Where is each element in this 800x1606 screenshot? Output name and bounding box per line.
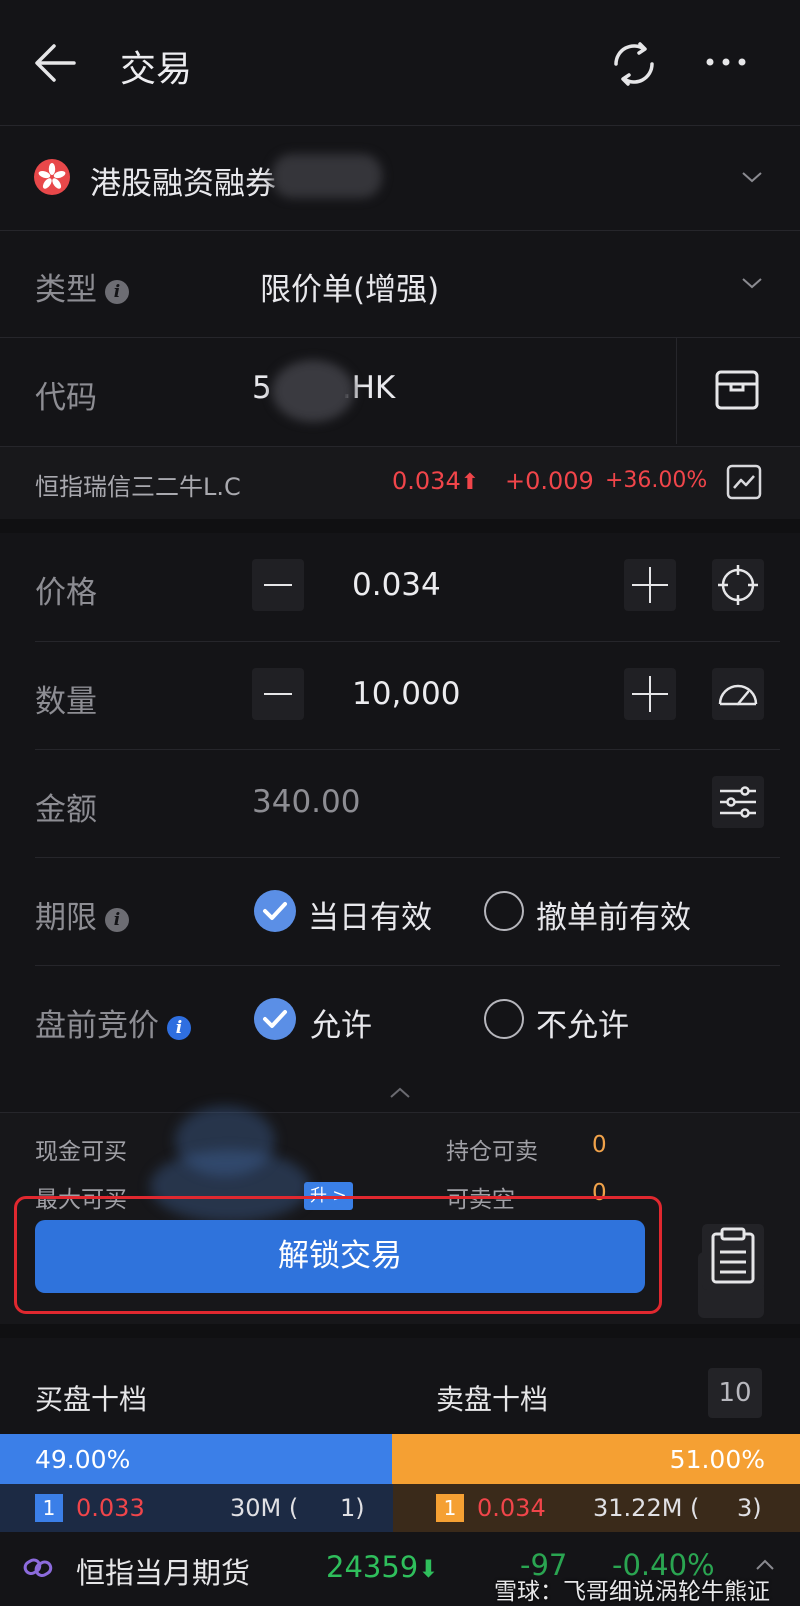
ask-ratio-text: 51.00% xyxy=(669,1445,765,1474)
order-type-value: 限价单(增强) xyxy=(260,272,440,308)
option-disallow[interactable]: 不允许 xyxy=(536,1000,629,1045)
chevron-down-icon xyxy=(742,172,762,183)
ask-book-title: 卖盘十档 xyxy=(436,1383,549,1416)
account-name: 港股融资融券 xyxy=(90,166,276,202)
quantity-speed-button[interactable] xyxy=(712,668,764,720)
more-options-icon[interactable] xyxy=(704,52,748,72)
radio-gtc[interactable] xyxy=(484,891,524,931)
premarket-row: 盘前竞价 i 允许 不允许 xyxy=(0,966,800,1072)
depth-selector[interactable]: 10 xyxy=(708,1368,762,1418)
premarket-label: 盘前竞价 i xyxy=(35,1000,191,1045)
info-icon[interactable]: i xyxy=(167,1015,191,1040)
ask-price: 0.034 xyxy=(477,1494,546,1522)
cash-buy-label: 现金可买 xyxy=(35,1139,127,1165)
code-label: 代码 xyxy=(35,380,97,416)
back-arrow-icon[interactable] xyxy=(30,38,80,88)
security-name: 恒指瑞信三二牛L.C xyxy=(35,473,241,501)
quote-price: 0.034⬆ xyxy=(392,467,480,495)
sliders-icon xyxy=(720,786,756,818)
bid-book-title: 买盘十档 xyxy=(35,1383,148,1416)
arrow-down-icon: ⬇ xyxy=(418,1555,439,1583)
page-title: 交易 xyxy=(120,49,193,90)
bid-volume: 30M ( xyxy=(230,1494,299,1522)
bid-row: 1 0.033 30M ( 1) xyxy=(0,1484,393,1532)
info-icon[interactable]: i xyxy=(105,907,129,932)
validity-label: 期限 i xyxy=(35,892,129,937)
watermark: 雪球：飞哥细说涡轮牛熊证 xyxy=(494,1579,770,1605)
quantity-input[interactable]: 10,000 xyxy=(352,676,460,712)
bid-price: 0.033 xyxy=(76,1494,145,1522)
code-row: 代码 5 .HK xyxy=(0,338,800,444)
hold-sell-label: 持仓可卖 xyxy=(446,1139,538,1165)
hold-sell-value: 0 xyxy=(592,1132,607,1158)
quantity-decrease-button[interactable] xyxy=(252,668,304,720)
check-icon xyxy=(263,902,287,920)
price-target-button[interactable] xyxy=(712,559,764,611)
chevron-down-icon xyxy=(742,278,762,289)
code-prefix: 5 xyxy=(252,370,272,406)
quote-change: +0.009 xyxy=(505,467,594,495)
refresh-icon[interactable] xyxy=(606,36,662,92)
order-type-label: 类型 i xyxy=(35,264,129,309)
ask-count: 3) xyxy=(737,1494,762,1522)
bid-count: 1) xyxy=(340,1494,365,1522)
crosshair-icon xyxy=(718,565,758,605)
quote-row: 恒指瑞信三二牛L.C 0.034⬆ +0.009 +36.00% xyxy=(0,447,800,519)
redacted-blur xyxy=(272,154,382,198)
order-type-row[interactable]: 类型 i 限价单(增强) xyxy=(0,231,800,335)
arrow-up-icon: ⬆ xyxy=(460,470,480,495)
ask-rank-badge: 1 xyxy=(436,1494,464,1522)
price-row: 价格 0.034 xyxy=(0,533,800,639)
chevron-up-icon[interactable] xyxy=(754,1558,776,1572)
clipboard-icon[interactable] xyxy=(700,1222,766,1292)
link-icon xyxy=(23,1558,53,1577)
radio-allow[interactable] xyxy=(254,998,296,1040)
validity-row: 期限 i 当日有效 撤单前有效 xyxy=(0,858,800,964)
option-gtc[interactable]: 撤单前有效 xyxy=(536,892,691,937)
top-bar: 交易 xyxy=(0,0,800,127)
amount-label: 金额 xyxy=(35,792,97,828)
price-increase-button[interactable] xyxy=(624,559,676,611)
futures-ticker-bar[interactable]: 恒指当月期货 24359⬇ -97 -0.40% 雪球：飞哥细说涡轮牛熊证 xyxy=(0,1532,800,1606)
quote-change-pct: +36.00% xyxy=(605,468,708,493)
redacted-blur xyxy=(272,360,354,422)
option-allow[interactable]: 允许 xyxy=(310,1000,372,1045)
ask-volume: 31.22M ( xyxy=(593,1494,700,1522)
futures-name: 恒指当月期货 xyxy=(76,1556,251,1590)
ask-row: 1 0.034 31.22M ( 3) xyxy=(393,1484,800,1532)
bid-ratio-text: 49.00% xyxy=(35,1445,131,1474)
unlock-trade-button[interactable]: 解锁交易 xyxy=(35,1220,645,1293)
radio-disallow[interactable] xyxy=(484,999,524,1039)
radio-day-valid[interactable] xyxy=(254,890,296,932)
info-icon[interactable]: i xyxy=(105,279,129,304)
futures-price: 24359⬇ xyxy=(326,1550,439,1584)
amount-row: 金额 340.00 xyxy=(0,750,800,856)
chevron-up-icon[interactable] xyxy=(388,1086,412,1100)
price-input[interactable]: 0.034 xyxy=(352,567,441,603)
amount-settings-button[interactable] xyxy=(712,776,764,828)
gauge-icon xyxy=(718,684,758,706)
price-decrease-button[interactable] xyxy=(252,559,304,611)
quantity-row: 数量 10,000 xyxy=(0,642,800,748)
bid-rank-badge: 1 xyxy=(35,1494,63,1522)
option-day-valid[interactable]: 当日有效 xyxy=(308,892,432,937)
quantity-label: 数量 xyxy=(35,684,97,720)
position-box-icon[interactable] xyxy=(714,368,760,412)
quantity-increase-button[interactable] xyxy=(624,668,676,720)
check-icon xyxy=(263,1010,287,1028)
hong-kong-flag-icon xyxy=(34,159,70,195)
bid-ask-ratio-bar: 49.00% 51.00% xyxy=(0,1434,800,1484)
amount-value: 340.00 xyxy=(252,784,361,820)
price-label: 价格 xyxy=(35,575,97,611)
chart-icon[interactable] xyxy=(726,464,762,500)
account-selector[interactable]: 港股融资融券 xyxy=(0,126,800,230)
